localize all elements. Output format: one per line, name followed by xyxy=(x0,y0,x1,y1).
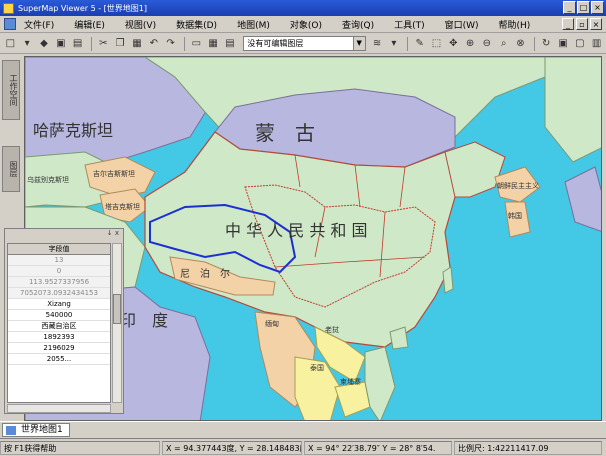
menu-bar: 文件(F) 编辑(E) 视图(V) 数据集(D) 地图(M) 对象(O) 查询(… xyxy=(0,16,606,33)
tab-workspace[interactable]: 工作空间 xyxy=(2,60,20,120)
close-button[interactable]: × xyxy=(591,1,604,14)
chevron-down-icon[interactable]: ▼ xyxy=(352,37,365,50)
open-folder-icon[interactable]: ◆ xyxy=(37,36,52,51)
save-all-icon[interactable]: ▤ xyxy=(70,36,85,51)
measure-icon[interactable]: ▢ xyxy=(572,36,587,51)
table-row[interactable]: 2196029 xyxy=(8,343,110,354)
table-row[interactable]: 0 xyxy=(8,266,110,277)
grid-icon[interactable]: ▦ xyxy=(206,36,221,51)
doc-close-button[interactable]: × xyxy=(590,18,602,30)
editable-layer-select[interactable]: 没有可编辑图层 ▼ xyxy=(243,36,366,51)
new-icon[interactable]: □ xyxy=(3,36,18,51)
undo-icon[interactable]: ↶ xyxy=(146,36,161,51)
tab-layers[interactable]: 图层 xyxy=(2,146,20,192)
map-icon xyxy=(6,426,16,435)
table-row[interactable]: 540000 xyxy=(8,310,110,321)
layout-icon[interactable]: ▭ xyxy=(189,36,204,51)
scroll-thumb[interactable] xyxy=(113,294,121,324)
status-scale: 比例尺: 1:42211417.09 xyxy=(454,440,602,455)
vertical-scrollbar[interactable] xyxy=(112,243,122,403)
refresh-icon[interactable]: ↻ xyxy=(539,36,554,51)
tab-world-map[interactable]: 世界地图1 xyxy=(2,423,70,437)
title-bar: SuperMap Viewer 5 - [世界地图1] _ □ × xyxy=(0,0,606,16)
horizontal-scrollbar[interactable] xyxy=(7,404,111,413)
table-row[interactable]: 2055... xyxy=(8,354,110,365)
copy-icon[interactable]: ❐ xyxy=(113,36,128,51)
label-cambodia: 柬埔寨 xyxy=(340,378,361,386)
menu-tools[interactable]: 工具(T) xyxy=(394,18,425,31)
toolbar-separator xyxy=(183,36,185,51)
zoom-out-icon[interactable]: ⊖ xyxy=(479,36,494,51)
zoom-in-icon[interactable]: ⊕ xyxy=(463,36,478,51)
table-row[interactable]: 7052073.0932434153 xyxy=(8,288,110,299)
menu-object[interactable]: 对象(O) xyxy=(290,18,322,31)
table-row[interactable]: 113.9527337956 xyxy=(8,277,110,288)
edit-icon[interactable]: ✎ xyxy=(412,36,427,51)
view-entire-icon[interactable]: ▣ xyxy=(556,36,571,51)
table-row[interactable]: 13 xyxy=(8,255,110,266)
table-row[interactable]: 1892393 xyxy=(8,332,110,343)
layers-icon[interactable]: ≋ xyxy=(370,36,385,51)
menu-window[interactable]: 窗口(W) xyxy=(445,18,479,31)
properties-icon[interactable]: ▥ xyxy=(589,36,604,51)
table-row[interactable]: 西藏自治区 xyxy=(8,321,110,332)
menu-help[interactable]: 帮助(H) xyxy=(499,18,531,31)
attribute-panel: ↓ x 字段值 13 0 113.9527337956 7052073.0932… xyxy=(4,228,124,414)
editable-layer-value: 没有可编辑图层 xyxy=(247,39,304,48)
paste-icon[interactable]: ▦ xyxy=(130,36,145,51)
table-icon[interactable]: ▤ xyxy=(223,36,238,51)
doc-minimize-button[interactable]: _ xyxy=(562,18,574,30)
label-north-korea: 朝鲜民主主义 xyxy=(497,182,539,190)
label-thailand: 泰国 xyxy=(310,364,324,372)
status-bar: 按 F1获得帮助 X = 94.377443度, Y = 28.148483度 … xyxy=(0,438,606,456)
label-china: 中 华 人 民 共 和 国 xyxy=(225,221,368,240)
label-india: 印 度 xyxy=(120,311,169,330)
document-icon[interactable] xyxy=(4,18,16,30)
label-myanmar: 缅甸 xyxy=(265,320,279,328)
menu-query[interactable]: 查询(Q) xyxy=(342,18,374,31)
toolbar-separator xyxy=(533,36,535,51)
toolbar: □ ▾ ◆ ▣ ▤ ✂ ❐ ▦ ↶ ↷ ▭ ▦ ▤ 没有可编辑图层 ▼ ≋ ▾ … xyxy=(0,34,606,54)
menu-file[interactable]: 文件(F) xyxy=(24,18,54,31)
status-coord-dms: X = 94° 22′38.79″ Y = 28° 8′54. xyxy=(304,440,452,455)
status-help: 按 F1获得帮助 xyxy=(0,440,160,455)
label-nepal: 尼 泊 尔 xyxy=(180,269,230,280)
attribute-table[interactable]: 字段值 13 0 113.9527337956 7052073.09324341… xyxy=(7,243,111,403)
column-header[interactable]: 字段值 xyxy=(8,244,110,255)
label-mongolia: 蒙 古 xyxy=(255,121,315,145)
save-icon[interactable]: ▣ xyxy=(53,36,68,51)
redo-icon[interactable]: ↷ xyxy=(163,36,178,51)
menu-edit[interactable]: 编辑(E) xyxy=(74,18,105,31)
select-icon[interactable]: ⬚ xyxy=(429,36,444,51)
zoom-full-icon[interactable]: ⌕ xyxy=(496,36,511,51)
toolbar-separator xyxy=(90,36,92,51)
dropdown-icon[interactable]: ▾ xyxy=(387,36,402,51)
document-tab-bar: 世界地图1 xyxy=(0,421,606,437)
zoom-free-icon[interactable]: ⊗ xyxy=(513,36,528,51)
minimize-button[interactable]: _ xyxy=(563,1,576,14)
region-taiwan xyxy=(442,266,454,294)
pan-icon[interactable]: ✥ xyxy=(446,36,461,51)
status-coord-decimal: X = 94.377443度, Y = 28.148483度 xyxy=(162,440,302,455)
cut-icon[interactable]: ✂ xyxy=(96,36,111,51)
open-icon[interactable]: ▾ xyxy=(20,36,35,51)
doc-restore-button[interactable]: ▫ xyxy=(576,18,588,30)
label-kyrgyzstan: 吉尔吉斯斯坦 xyxy=(93,170,135,178)
panel-pin-controls[interactable]: ↓ x xyxy=(5,229,123,239)
label-uzbekistan: 乌兹别克斯坦 xyxy=(27,176,69,184)
menu-view[interactable]: 视图(V) xyxy=(125,18,156,31)
maximize-button[interactable]: □ xyxy=(577,1,590,14)
tab-world-map-label: 世界地图1 xyxy=(21,425,63,435)
app-icon xyxy=(3,2,14,14)
menu-dataset[interactable]: 数据集(D) xyxy=(176,18,217,31)
toolbar-separator xyxy=(407,36,409,51)
label-kazakhstan: 哈萨克斯坦 xyxy=(33,121,114,140)
label-south-korea: 韩国 xyxy=(508,212,522,220)
label-tajikistan: 塔吉克斯坦 xyxy=(105,203,140,211)
label-laos: 老挝 xyxy=(325,326,339,334)
menu-map[interactable]: 地图(M) xyxy=(237,18,270,31)
table-row[interactable]: Xizang xyxy=(8,299,110,310)
window-title: SuperMap Viewer 5 - [世界地图1] xyxy=(18,3,147,13)
